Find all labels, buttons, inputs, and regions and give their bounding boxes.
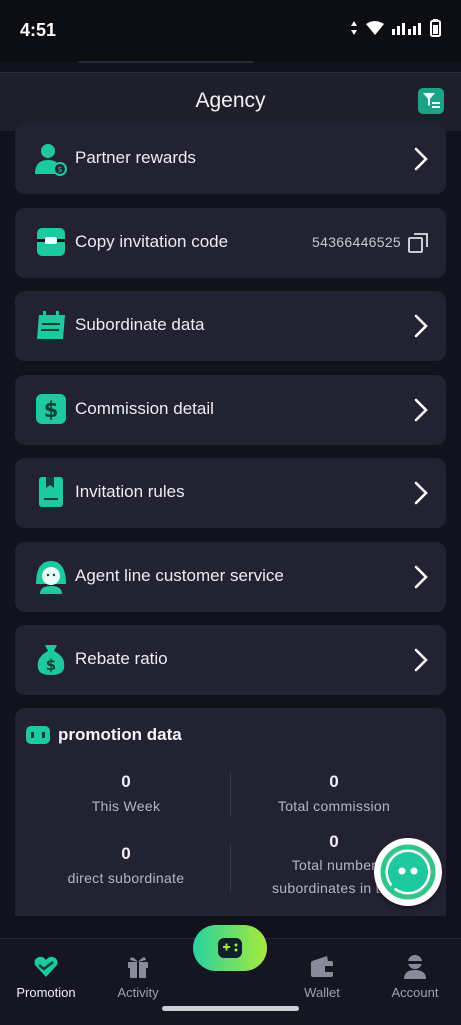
menu-item-copy-invitation-code[interactable]: Copy invitation code 54366446525 <box>15 208 446 278</box>
status-icons <box>350 19 441 37</box>
stat-this-week: 0 This Week <box>26 772 226 814</box>
stat-divider <box>230 772 231 816</box>
stat-label: direct subordinate <box>67 870 185 886</box>
rebate-ratio-icon: $ <box>37 645 65 675</box>
menu-item-commission-detail[interactable]: $ Commission detail <box>15 375 446 445</box>
status-bar: 4:51 <box>0 0 461 62</box>
games-center-button[interactable] <box>193 925 267 971</box>
menu-item-partner-rewards[interactable]: $ Partner rewards <box>15 124 446 194</box>
tab-games[interactable] <box>184 925 276 1009</box>
promotion-data-icon <box>26 726 50 744</box>
chevron-right-icon <box>414 481 428 505</box>
menu-item-label: Commission detail <box>75 399 214 418</box>
app-header: Agency <box>0 61 461 131</box>
stat-divider <box>230 844 231 892</box>
data-arrows-icon <box>351 21 357 35</box>
menu-item-subordinate-data[interactable]: Subordinate data <box>15 291 446 361</box>
wallet-icon <box>311 956 333 977</box>
svg-text:$: $ <box>46 656 56 674</box>
tab-promotion[interactable]: Promotion <box>0 939 92 1009</box>
tab-wallet[interactable]: Wallet <box>276 939 368 1009</box>
tab-label: Account <box>391 985 439 1000</box>
stat-label: This Week <box>91 798 161 814</box>
invitation-rules-icon <box>39 477 63 507</box>
tab-label: Promotion <box>16 985 76 1000</box>
menu-item-rebate-ratio[interactable]: $ Rebate ratio <box>15 625 446 695</box>
menu-item-label: Invitation rules <box>75 482 185 501</box>
bottom-tab-bar: Promotion Activity Wallet Account <box>0 925 461 1025</box>
stat-value: 0 <box>329 772 339 791</box>
signal-icon <box>392 23 421 35</box>
home-indicator[interactable] <box>162 1006 299 1011</box>
gamepad-icon <box>218 938 242 958</box>
menu-item-label: Copy invitation code <box>75 232 229 251</box>
chevron-right-icon <box>414 398 428 422</box>
wifi-icon <box>366 21 384 35</box>
svg-text:$: $ <box>44 398 59 422</box>
invitation-code-icon <box>37 228 65 256</box>
tab-activity[interactable]: Activity <box>92 939 184 1009</box>
subordinate-data-icon <box>37 311 65 339</box>
page-title: Agency <box>195 89 266 112</box>
menu-item-label: Partner rewards <box>75 148 196 167</box>
menu-item-label: Agent line customer service <box>75 566 284 585</box>
chat-fab-button[interactable] <box>374 838 442 906</box>
partner-rewards-icon: $ <box>35 144 67 176</box>
commission-icon: $ <box>36 394 66 424</box>
stat-label: Total commission <box>277 798 391 814</box>
stat-value: 0 <box>121 772 131 791</box>
stat-value: 0 <box>121 844 131 863</box>
chevron-right-icon <box>414 648 428 672</box>
promotion-data-title: promotion data <box>58 725 182 744</box>
tab-label: Activity <box>117 985 159 1000</box>
customer-service-icon <box>36 561 66 594</box>
menu-item-label: Subordinate data <box>75 315 205 334</box>
filter-icon[interactable] <box>418 88 444 114</box>
tab-account[interactable]: Account <box>369 939 461 1009</box>
account-icon <box>404 955 426 979</box>
svg-text:$: $ <box>57 165 62 174</box>
stat-direct-subordinate: 0 direct subordinate <box>26 844 226 886</box>
tab-label: Wallet <box>304 985 340 1000</box>
invitation-code-value: 54366446525 <box>312 234 401 250</box>
chevron-right-icon <box>414 147 428 171</box>
chevron-right-icon <box>414 314 428 338</box>
status-time: 4:51 <box>20 20 57 40</box>
menu-item-label: Rebate ratio <box>75 649 168 668</box>
menu-item-agent-customer-service[interactable]: Agent line customer service <box>15 542 446 612</box>
chevron-right-icon <box>414 565 428 589</box>
stat-total-commission: 0 Total commission <box>234 772 434 814</box>
copy-icon[interactable] <box>407 232 429 254</box>
battery-icon <box>430 19 441 37</box>
promotion-tab-icon <box>34 956 58 977</box>
chat-bot-icon <box>380 844 436 900</box>
gift-icon <box>128 957 148 978</box>
menu-item-invitation-rules[interactable]: Invitation rules <box>15 458 446 528</box>
header-divider <box>78 61 254 63</box>
